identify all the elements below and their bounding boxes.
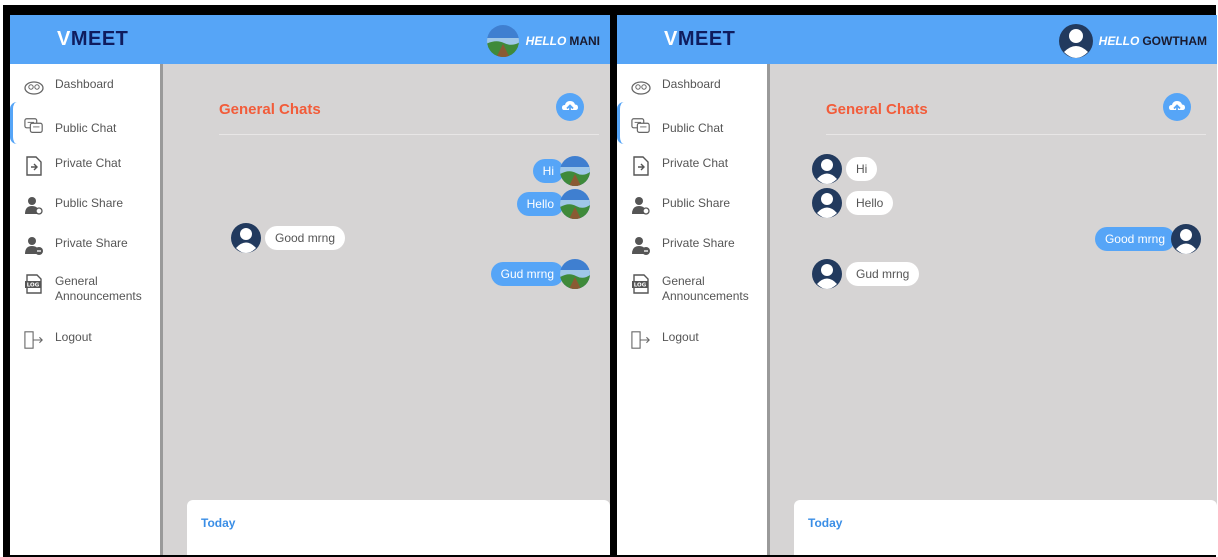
sidebar-item-dashboard[interactable]: Dashboard [631, 77, 721, 97]
landscape-avatar-icon [486, 25, 519, 57]
date-divider-label: Today [808, 516, 843, 530]
chat-area: General Chats Hi Hello Good mrng Gud mrn… [163, 64, 610, 555]
page-title: General Chats [826, 101, 928, 118]
sidebar: Dashboard Public Chat Private Chat Publi… [10, 64, 163, 555]
message-bubble: Hello [516, 192, 564, 216]
sidebar-item-label: Public Share [662, 196, 731, 210]
username-text: MANI [569, 34, 600, 48]
user-greeting[interactable]: HELLO GOWTHAM [1058, 24, 1207, 58]
sidebar-item-private-share[interactable]: Private Share [24, 236, 128, 256]
message-bubble: Good mrng [265, 226, 346, 250]
sidebar-item-dashboard[interactable]: Dashboard [24, 77, 114, 97]
chat-message: Hello [516, 189, 590, 219]
private-share-icon [631, 236, 651, 256]
sidebar-item-private-chat[interactable]: Private Chat [24, 156, 121, 176]
app-logo[interactable]: VMEET [57, 28, 128, 51]
sidebar-item-label: Logout [55, 330, 92, 344]
app-logo[interactable]: VMEET [664, 28, 735, 51]
date-divider-label: Today [201, 516, 236, 530]
log-icon: LOG [24, 274, 44, 294]
user-avatar-icon [812, 188, 842, 218]
active-indicator [617, 102, 624, 144]
sidebar-item-general-announcements[interactable]: LOG General Announcements [631, 274, 749, 304]
username-text: GOWTHAM [1142, 34, 1207, 48]
app-panel-mani: VMEET HELLO MANI Dashboard Public Chat P… [10, 15, 610, 555]
private-chat-icon [24, 156, 44, 176]
chat-message: Hello [812, 188, 894, 218]
message-bubble: Good mrng [1094, 227, 1175, 251]
svg-text:LOG: LOG [27, 283, 40, 289]
user-avatar-icon [1171, 224, 1201, 254]
user-avatar-icon [812, 259, 842, 289]
top-header: VMEET HELLO MANI [10, 15, 610, 64]
log-icon: LOG [631, 274, 651, 294]
sidebar: Dashboard Public Chat Private Chat Publi… [617, 64, 770, 555]
landscape-avatar-icon [560, 189, 590, 219]
sidebar-item-public-share[interactable]: Public Share [631, 196, 730, 216]
sidebar-item-label: Dashboard [662, 77, 721, 91]
chat-message: Good mrng [231, 223, 346, 253]
sidebar-item-general-announcements[interactable]: LOG General Announcements [24, 274, 142, 304]
title-divider [826, 134, 1206, 135]
sidebar-item-public-chat[interactable]: Public Chat [24, 116, 116, 136]
logout-icon [631, 330, 651, 350]
landscape-avatar-icon [560, 259, 590, 289]
sidebar-item-private-chat[interactable]: Private Chat [631, 156, 728, 176]
message-composer[interactable]: Today [187, 500, 610, 555]
cloud-upload-icon[interactable] [1163, 93, 1191, 121]
chat-icon [24, 116, 44, 136]
sidebar-item-public-chat[interactable]: Public Chat [631, 116, 723, 136]
hello-text: HELLO [525, 34, 567, 48]
logout-icon [24, 330, 44, 350]
sidebar-item-label: Public Chat [55, 121, 117, 135]
private-share-icon [24, 236, 44, 256]
sidebar-item-label: Logout [662, 330, 699, 344]
sidebar-item-label: Dashboard [55, 77, 114, 91]
cloud-upload-icon[interactable] [556, 93, 584, 121]
sidebar-item-logout[interactable]: Logout [631, 330, 699, 350]
message-bubble: Gud mrng [846, 262, 920, 286]
chat-icon [631, 116, 651, 136]
user-avatar-icon [231, 223, 261, 253]
user-avatar-icon [1058, 24, 1093, 58]
public-share-icon [24, 196, 44, 216]
dashboard-icon [631, 77, 651, 97]
chat-message: Hi [532, 156, 590, 186]
title-divider [219, 134, 599, 135]
sidebar-item-label: Private Share [662, 236, 735, 250]
sidebar-item-label: Private Chat [662, 156, 729, 170]
sidebar-item-label: Public Chat [662, 121, 724, 135]
panel-divider [610, 15, 617, 555]
landscape-avatar-icon [560, 156, 590, 186]
active-indicator [10, 102, 17, 144]
app-panel-gowtham: VMEET HELLO GOWTHAM Dashboard Public Cha… [617, 15, 1217, 555]
hello-text: HELLO [1098, 34, 1140, 48]
message-composer[interactable]: Today [794, 500, 1217, 555]
message-bubble: Hi [846, 157, 878, 181]
user-avatar-icon [812, 154, 842, 184]
chat-message: Gud mrng [490, 259, 590, 289]
sidebar-item-logout[interactable]: Logout [24, 330, 92, 350]
chat-message: Gud mrng [812, 259, 920, 289]
chat-message: Good mrng [1094, 224, 1201, 254]
top-header: VMEET HELLO GOWTHAM [617, 15, 1217, 64]
sidebar-item-private-share[interactable]: Private Share [631, 236, 735, 256]
user-greeting[interactable]: HELLO MANI [486, 25, 600, 57]
sidebar-item-label: Public Share [55, 196, 124, 210]
private-chat-icon [631, 156, 651, 176]
chat-message: Hi [812, 154, 878, 184]
public-share-icon [631, 196, 651, 216]
dashboard-icon [24, 77, 44, 97]
chat-area: General Chats Hi Hello Good mrng Gud mrn… [770, 64, 1217, 555]
sidebar-item-label: General Announcements [662, 274, 749, 303]
svg-text:LOG: LOG [634, 283, 647, 289]
message-bubble: Gud mrng [490, 262, 564, 286]
sidebar-item-public-share[interactable]: Public Share [24, 196, 123, 216]
sidebar-item-label: Private Share [55, 236, 128, 250]
page-title: General Chats [219, 101, 321, 118]
sidebar-item-label: Private Chat [55, 156, 122, 170]
message-bubble: Hello [846, 191, 894, 215]
sidebar-item-label: General Announcements [55, 274, 142, 303]
